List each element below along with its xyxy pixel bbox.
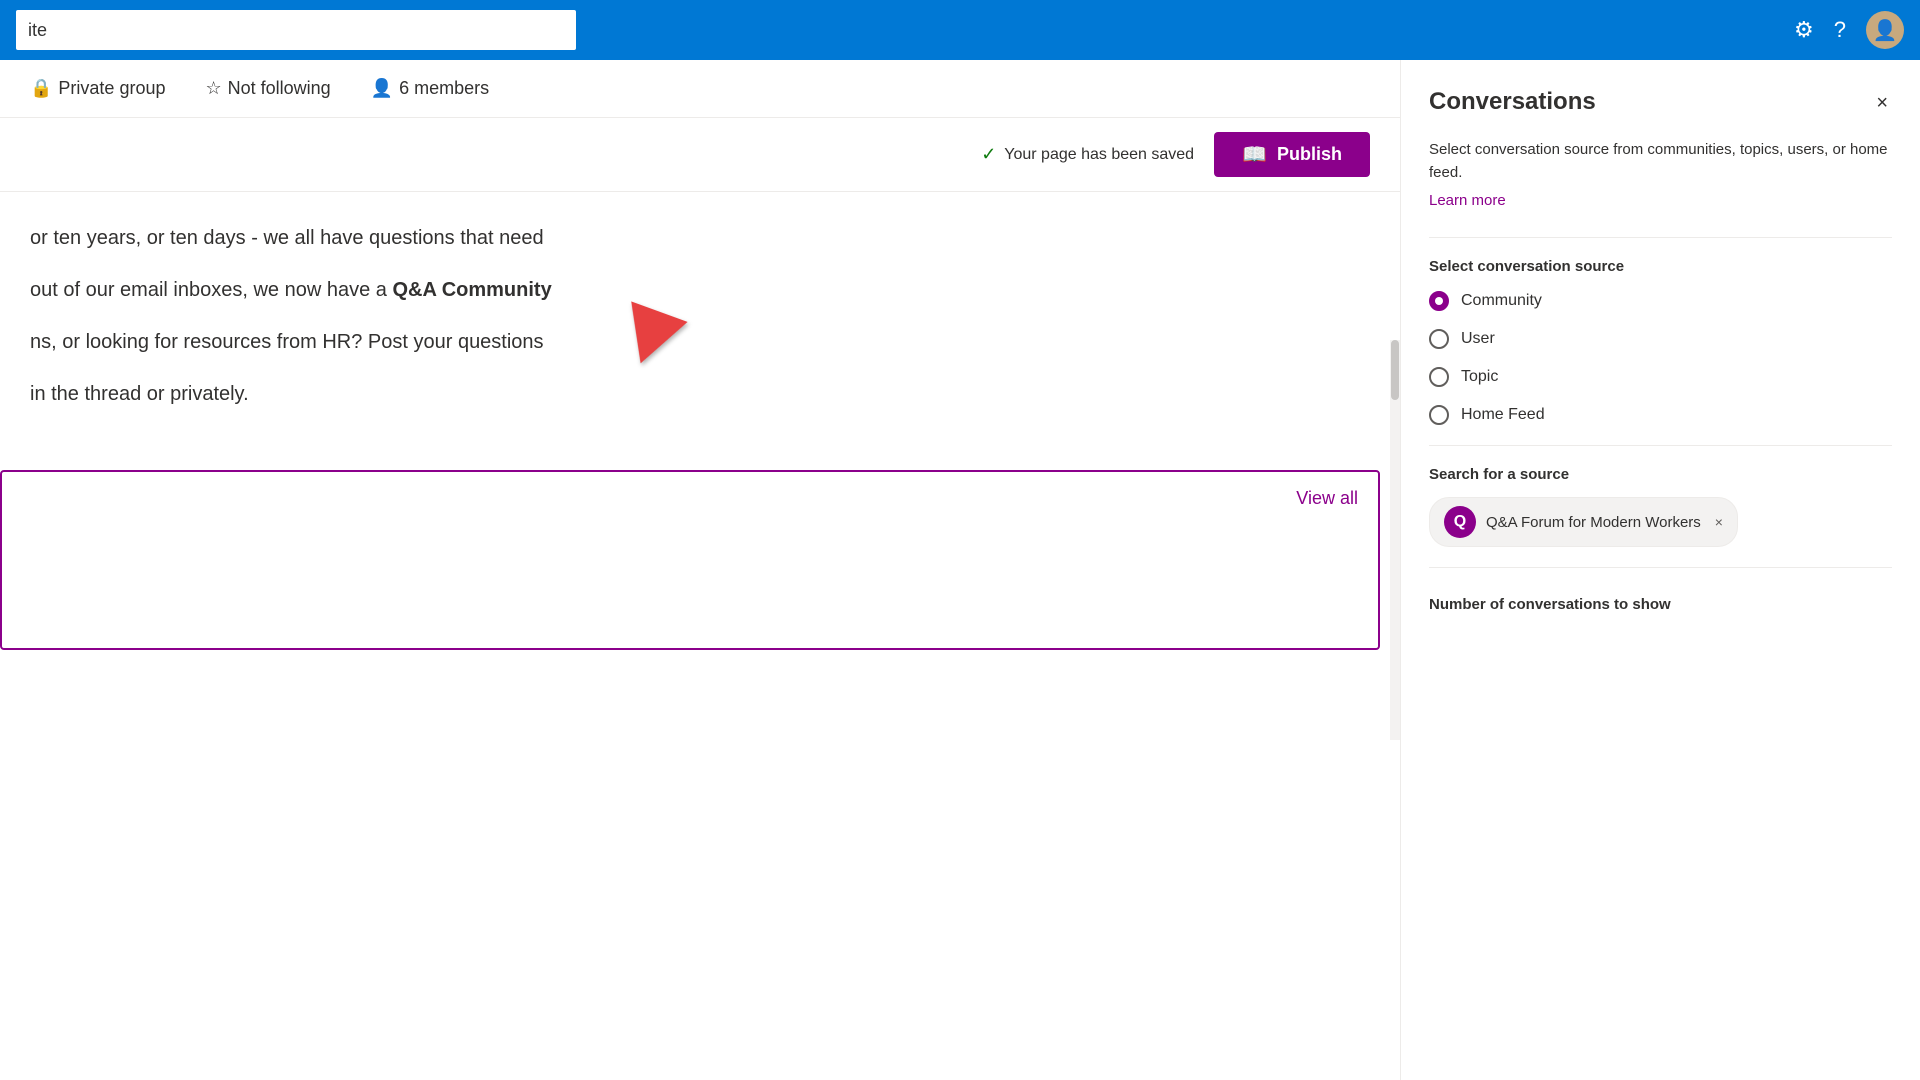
- radio-user-circle[interactable]: [1429, 329, 1449, 349]
- site-title: ite: [28, 20, 47, 41]
- panel-description: Select conversation source from communit…: [1429, 139, 1892, 184]
- radio-community-label: Community: [1461, 292, 1542, 310]
- book-icon: 📖: [1242, 142, 1267, 167]
- members-label: 6 members: [399, 78, 489, 99]
- divider-1: [1429, 237, 1892, 238]
- qa-community-text: Q&A Community: [392, 279, 551, 301]
- panel-title: Conversations: [1429, 88, 1596, 116]
- select-source-label: Select conversation source: [1429, 258, 1892, 275]
- nav-right: ⚙ ? 👤: [1794, 11, 1904, 49]
- radio-topic[interactable]: Topic: [1429, 367, 1892, 387]
- private-group-indicator: 🔒 Private group: [30, 78, 165, 99]
- publish-label: Publish: [1277, 144, 1342, 165]
- close-panel-button[interactable]: ×: [1872, 88, 1892, 119]
- radio-user[interactable]: User: [1429, 329, 1892, 349]
- scrollbar[interactable]: [1390, 340, 1400, 740]
- content-area: or ten years, or ten days - we all have …: [0, 192, 1400, 450]
- avatar-image: 👤: [1873, 18, 1898, 43]
- remove-search-tag-button[interactable]: ×: [1715, 514, 1723, 530]
- user-avatar[interactable]: 👤: [1866, 11, 1904, 49]
- star-icon: ☆: [205, 78, 221, 99]
- saved-notice: ✓ Your page has been saved: [981, 144, 1194, 165]
- learn-more-link[interactable]: Learn more: [1429, 192, 1892, 209]
- divider-2: [1429, 445, 1892, 446]
- content-line-2: out of our email inboxes, we now have a …: [30, 274, 1370, 306]
- search-tag-text: Q&A Forum for Modern Workers: [1486, 514, 1701, 531]
- radio-community[interactable]: Community: [1429, 291, 1892, 311]
- radio-homefeed[interactable]: Home Feed: [1429, 405, 1892, 425]
- content-line-3: ns, or looking for resources from HR? Po…: [30, 326, 1370, 358]
- radio-homefeed-label: Home Feed: [1461, 406, 1545, 424]
- scroll-thumb[interactable]: [1391, 340, 1399, 400]
- radio-user-label: User: [1461, 330, 1495, 348]
- divider-3: [1429, 567, 1892, 568]
- follow-label: Not following: [228, 78, 331, 99]
- toolbar-area: ✓ Your page has been saved 📖 Publish: [0, 118, 1400, 192]
- view-all-link[interactable]: View all: [2, 472, 1378, 525]
- main-container: 🔒 Private group ☆ Not following 👤 6 memb…: [0, 60, 1920, 1080]
- checkmark-icon: ✓: [981, 144, 996, 165]
- left-panel: 🔒 Private group ☆ Not following 👤 6 memb…: [0, 60, 1400, 1080]
- search-tag-icon: Q: [1444, 506, 1476, 538]
- publish-button[interactable]: 📖 Publish: [1214, 132, 1370, 177]
- site-title-bar: ite: [16, 10, 576, 50]
- top-navigation: ite ⚙ ? 👤: [0, 0, 1920, 60]
- conversations-panel: Conversations × Select conversation sour…: [1400, 60, 1920, 1080]
- bordered-section: View all: [0, 470, 1380, 650]
- radio-homefeed-circle[interactable]: [1429, 405, 1449, 425]
- settings-icon[interactable]: ⚙: [1794, 17, 1814, 43]
- panel-header: Conversations ×: [1429, 88, 1892, 119]
- private-group-label: Private group: [58, 78, 165, 99]
- nav-left: ite: [16, 10, 1794, 50]
- search-source-label: Search for a source: [1429, 466, 1892, 483]
- help-icon[interactable]: ?: [1834, 17, 1846, 43]
- sub-header: 🔒 Private group ☆ Not following 👤 6 memb…: [0, 60, 1400, 118]
- saved-text: Your page has been saved: [1004, 146, 1194, 164]
- follow-button[interactable]: ☆ Not following: [205, 78, 330, 99]
- content-line-4: in the thread or privately.: [30, 378, 1370, 410]
- content-line-1: or ten years, or ten days - we all have …: [30, 222, 1370, 254]
- radio-topic-circle[interactable]: [1429, 367, 1449, 387]
- members-count: 👤 6 members: [371, 78, 489, 99]
- radio-community-circle[interactable]: [1429, 291, 1449, 311]
- person-icon: 👤: [371, 78, 393, 99]
- lock-icon: 🔒: [30, 78, 52, 99]
- num-conversations-label: Number of conversations to show: [1429, 596, 1892, 613]
- radio-topic-label: Topic: [1461, 368, 1498, 386]
- search-tag: Q Q&A Forum for Modern Workers ×: [1429, 497, 1738, 547]
